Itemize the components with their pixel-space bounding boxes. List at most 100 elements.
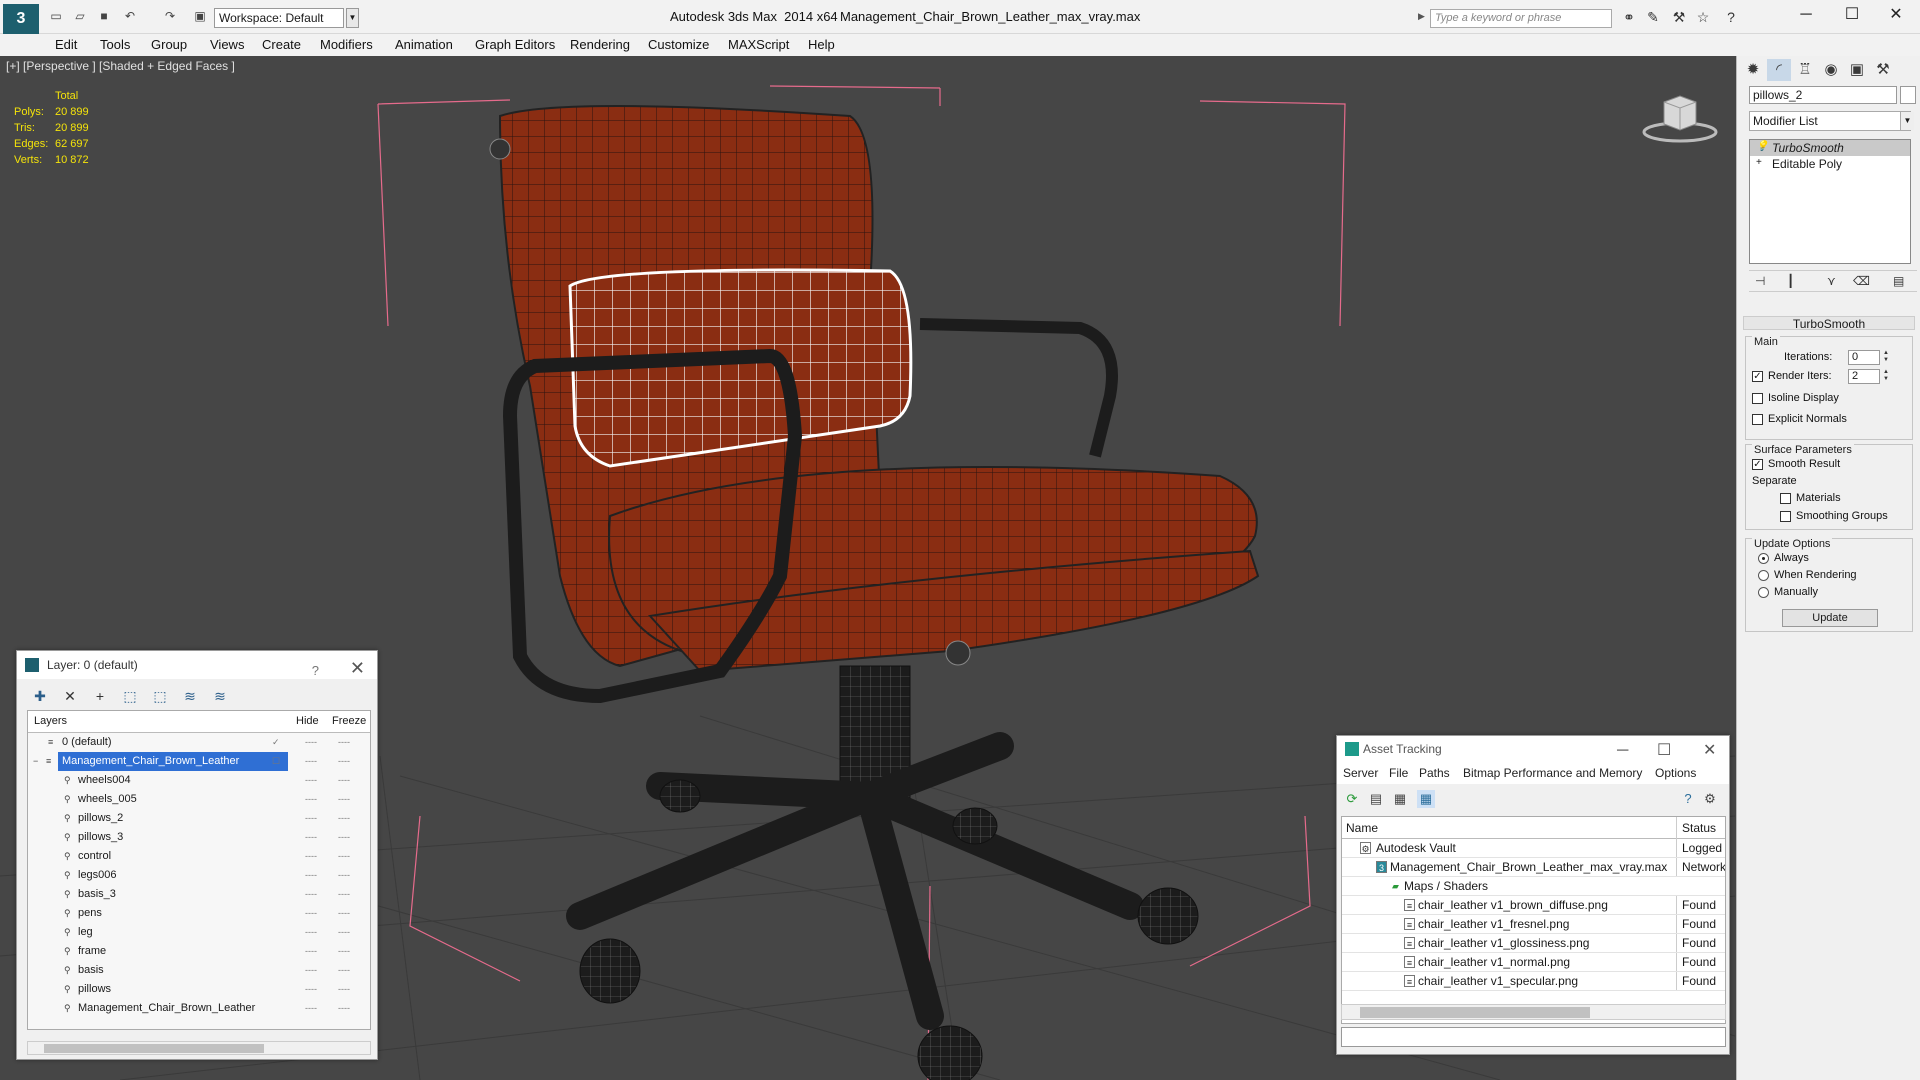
layer-row[interactable]: ≡ 0 (default) ✓ ---- ----	[28, 733, 370, 752]
render-iters-spinner-arrows-icon[interactable]: ▲ ▼	[1882, 369, 1890, 384]
close-icon[interactable]: ✕	[1876, 4, 1916, 26]
col-name[interactable]: Name	[1346, 821, 1378, 835]
isoline-checkbox[interactable]	[1752, 393, 1763, 404]
layer-row[interactable]: − ≡ Management_Chair_Brown_Leather ☐ ---- ---…	[28, 752, 370, 771]
layer-row[interactable]: ⚲ Management_Chair_Brown_Leather ---- ----	[28, 999, 370, 1018]
viewport-label[interactable]: [+] [Perspective ] [Shaded + Edged Faces…	[6, 59, 235, 73]
display-tab-icon[interactable]: ▣	[1845, 59, 1869, 81]
hide-toggle[interactable]: ----	[305, 771, 317, 790]
favorites-star-icon[interactable]: ☆	[1694, 9, 1712, 26]
open-file-icon[interactable]: ▱	[72, 9, 88, 23]
chair-base-legs[interactable]	[566, 732, 1144, 1030]
hide-all-layers-icon[interactable]: ≋	[181, 687, 199, 705]
remove-modifier-icon[interactable]: ⌫	[1853, 274, 1870, 288]
scrollbar-thumb[interactable]	[1360, 1007, 1590, 1018]
add-to-layer-icon[interactable]: +	[91, 687, 109, 705]
create-layer-icon[interactable]: ✚	[31, 687, 49, 705]
hide-toggle[interactable]: ----	[305, 790, 317, 809]
menu-views[interactable]: Views	[210, 37, 244, 52]
save-file-icon[interactable]: ■	[96, 9, 112, 23]
hide-toggle[interactable]: ----	[305, 999, 317, 1018]
menu-maxscript[interactable]: MAXScript	[728, 37, 789, 52]
layer-row[interactable]: ⚲ basis ---- ----	[28, 961, 370, 980]
hierarchy-tab-icon[interactable]: ♖	[1793, 59, 1817, 81]
configure-sets-icon[interactable]: ▤	[1893, 274, 1904, 288]
asset-window-titlebar[interactable]: Asset Tracking ─ ☐ ✕	[1337, 736, 1729, 762]
layer-row[interactable]: ⚲ pillows_2 ---- ----	[28, 809, 370, 828]
smooth-result-checkbox[interactable]: ✓	[1752, 459, 1763, 470]
delete-layer-icon[interactable]: ✕	[61, 687, 79, 705]
menu-modifiers[interactable]: Modifiers	[320, 37, 373, 52]
menu-customize[interactable]: Customize	[648, 37, 709, 52]
menu-rendering[interactable]: Rendering	[570, 37, 630, 52]
layer-row[interactable]: ⚲ pens ---- ----	[28, 904, 370, 923]
help-icon[interactable]: ?	[1722, 9, 1740, 26]
hide-toggle[interactable]: ----	[305, 828, 317, 847]
menu-tools[interactable]: Tools	[100, 37, 130, 52]
col-hide[interactable]: Hide	[296, 715, 319, 727]
layer-row[interactable]: ⚲ basis_3 ---- ----	[28, 885, 370, 904]
stack-item-editable-poly[interactable]: + Editable Poly	[1750, 156, 1910, 172]
viewcube-icon[interactable]	[1640, 94, 1720, 144]
update-always-radio[interactable]	[1758, 553, 1769, 564]
modifier-list-dropdown[interactable]: Modifier List	[1749, 111, 1911, 131]
right-armrest[interactable]	[919, 318, 1118, 458]
freeze-toggle[interactable]: ----	[338, 904, 350, 923]
new-file-icon[interactable]: ▭	[48, 9, 64, 23]
freeze-toggle[interactable]: ----	[338, 733, 350, 752]
layer-row[interactable]: ⚲ legs006 ---- ----	[28, 866, 370, 885]
asset-row[interactable]: ≡ chair_leather v1_specular.png Found	[1342, 972, 1725, 991]
menu-options[interactable]: Options	[1655, 766, 1696, 780]
render-iters-checkbox[interactable]: ✓	[1752, 371, 1763, 382]
layer-row[interactable]: ⚲ pillows_3 ---- ----	[28, 828, 370, 847]
menu-animation[interactable]: Animation	[395, 37, 453, 52]
list-view-icon[interactable]: ▤	[1367, 790, 1385, 808]
col-status[interactable]: Status	[1676, 817, 1716, 839]
freeze-toggle[interactable]: ----	[338, 828, 350, 847]
layer-row[interactable]: ⚲ pillows ---- ----	[28, 980, 370, 999]
layer-row[interactable]: ⚲ leg ---- ----	[28, 923, 370, 942]
minimize-icon[interactable]: ─	[1617, 738, 1628, 764]
project-folder-icon[interactable]: ▣	[192, 9, 208, 23]
menu-edit[interactable]: Edit	[55, 37, 77, 52]
asset-row[interactable]: ≡ chair_leather v1_brown_diffuse.png Found	[1342, 896, 1725, 915]
pin-stack-icon[interactable]: ⊣	[1755, 274, 1765, 288]
object-name-field[interactable]: pillows_2	[1749, 86, 1897, 104]
scrollbar-thumb[interactable]	[44, 1044, 264, 1053]
select-objects-icon[interactable]: ⬚	[121, 687, 139, 705]
asset-horizontal-scrollbar[interactable]	[1341, 1004, 1726, 1020]
layer-row[interactable]: ⚲ wheels004 ---- ----	[28, 771, 370, 790]
minimize-icon[interactable]: ─	[1786, 4, 1826, 26]
hide-toggle[interactable]: ----	[305, 942, 317, 961]
close-icon[interactable]: ✕	[350, 654, 365, 682]
menu-server[interactable]: Server	[1343, 766, 1378, 780]
asset-row[interactable]: ≡ chair_leather v1_normal.png Found	[1342, 953, 1725, 972]
freeze-toggle[interactable]: ----	[338, 790, 350, 809]
active-box-icon[interactable]: ☐	[272, 752, 280, 771]
hide-toggle[interactable]: ----	[305, 885, 317, 904]
explicit-normals-checkbox[interactable]	[1752, 414, 1763, 425]
freeze-all-layers-icon[interactable]: ≋	[211, 687, 229, 705]
col-freeze[interactable]: Freeze	[332, 715, 366, 727]
layer-horizontal-scrollbar[interactable]	[27, 1041, 371, 1055]
freeze-toggle[interactable]: ----	[338, 847, 350, 866]
hide-toggle[interactable]: ----	[305, 923, 317, 942]
collapse-icon[interactable]: −	[33, 756, 43, 766]
show-end-result-icon[interactable]: ┃	[1787, 274, 1794, 288]
close-icon[interactable]: ✕	[1703, 738, 1716, 764]
workspace-arrow-icon[interactable]: ▼	[346, 8, 359, 28]
freeze-toggle[interactable]: ----	[338, 999, 350, 1018]
refresh-icon[interactable]: ⟳	[1343, 790, 1361, 808]
freeze-toggle[interactable]: ----	[338, 809, 350, 828]
hide-toggle[interactable]: ----	[305, 904, 317, 923]
thumbnail-view-icon[interactable]: ▦	[1391, 790, 1409, 808]
freeze-toggle[interactable]: ----	[338, 771, 350, 790]
hide-toggle[interactable]: ----	[305, 980, 317, 999]
asset-path-field[interactable]	[1341, 1027, 1726, 1047]
menu-help[interactable]: Help	[808, 37, 835, 52]
search-input[interactable]: Type a keyword or phrase	[1430, 9, 1612, 28]
update-button[interactable]: Update	[1782, 609, 1878, 627]
layer-window-titlebar[interactable]: Layer: 0 (default) ? ✕	[17, 651, 377, 679]
motion-tab-icon[interactable]: ◉	[1819, 59, 1843, 81]
update-manually-radio[interactable]	[1758, 587, 1769, 598]
